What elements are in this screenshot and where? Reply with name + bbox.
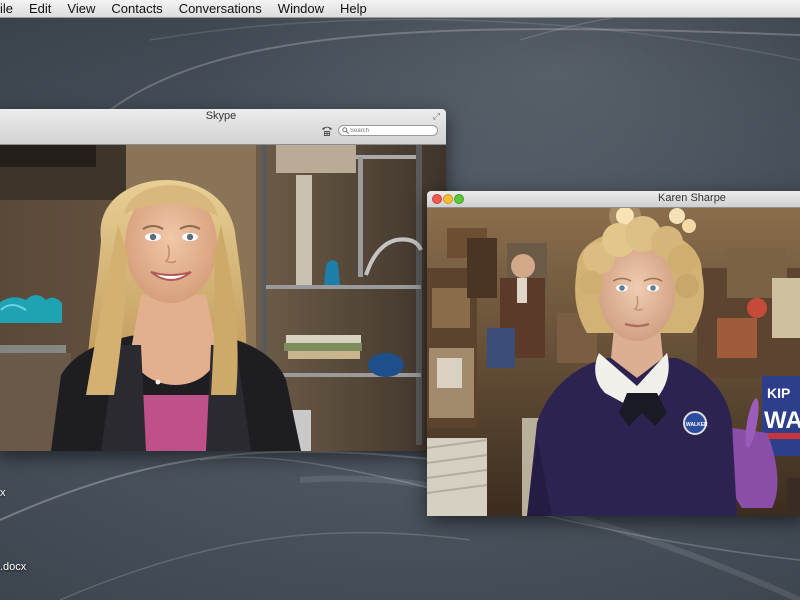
- menu-contacts[interactable]: Contacts: [103, 0, 170, 17]
- menu-view[interactable]: View: [59, 0, 103, 17]
- skype-window-title: Skype: [205, 110, 237, 122]
- skype-titlebar[interactable]: Skype ⤢: [0, 109, 446, 145]
- call-video-feed: KIP WA WALKER: [427, 208, 800, 516]
- call-window: Karen Sharpe KIP WA WALKER: [427, 191, 800, 516]
- campaign-badge-text: WALKER: [686, 422, 708, 428]
- menu-window[interactable]: Window: [270, 0, 332, 17]
- skype-window: Skype ⤢: [0, 109, 446, 451]
- search-icon: [342, 127, 349, 134]
- skype-video-feed: [0, 145, 446, 451]
- desktop-file-label[interactable]: x: [0, 487, 6, 499]
- menu-bar: ile Edit View Contacts Conversations Win…: [0, 0, 800, 18]
- menu-help[interactable]: Help: [332, 0, 375, 17]
- menu-file[interactable]: ile: [0, 0, 21, 17]
- video-frame-woman-office: [0, 145, 446, 451]
- video-frame-woman-cluttered-room: KIP WA WALKER: [427, 208, 800, 516]
- campaign-sign-text: KIP: [767, 385, 790, 401]
- fullscreen-icon[interactable]: ⤢: [433, 111, 440, 122]
- search-box[interactable]: [338, 125, 438, 136]
- menu-edit[interactable]: Edit: [21, 0, 59, 17]
- phone-icon[interactable]: [321, 125, 333, 137]
- menu-conversations[interactable]: Conversations: [171, 0, 270, 17]
- search-input[interactable]: [350, 126, 434, 135]
- campaign-sign-text: WA: [764, 407, 800, 434]
- call-window-titlebar[interactable]: Karen Sharpe: [427, 191, 800, 208]
- call-window-title: Karen Sharpe: [658, 192, 726, 204]
- desktop-file-label[interactable]: .docx: [0, 561, 26, 573]
